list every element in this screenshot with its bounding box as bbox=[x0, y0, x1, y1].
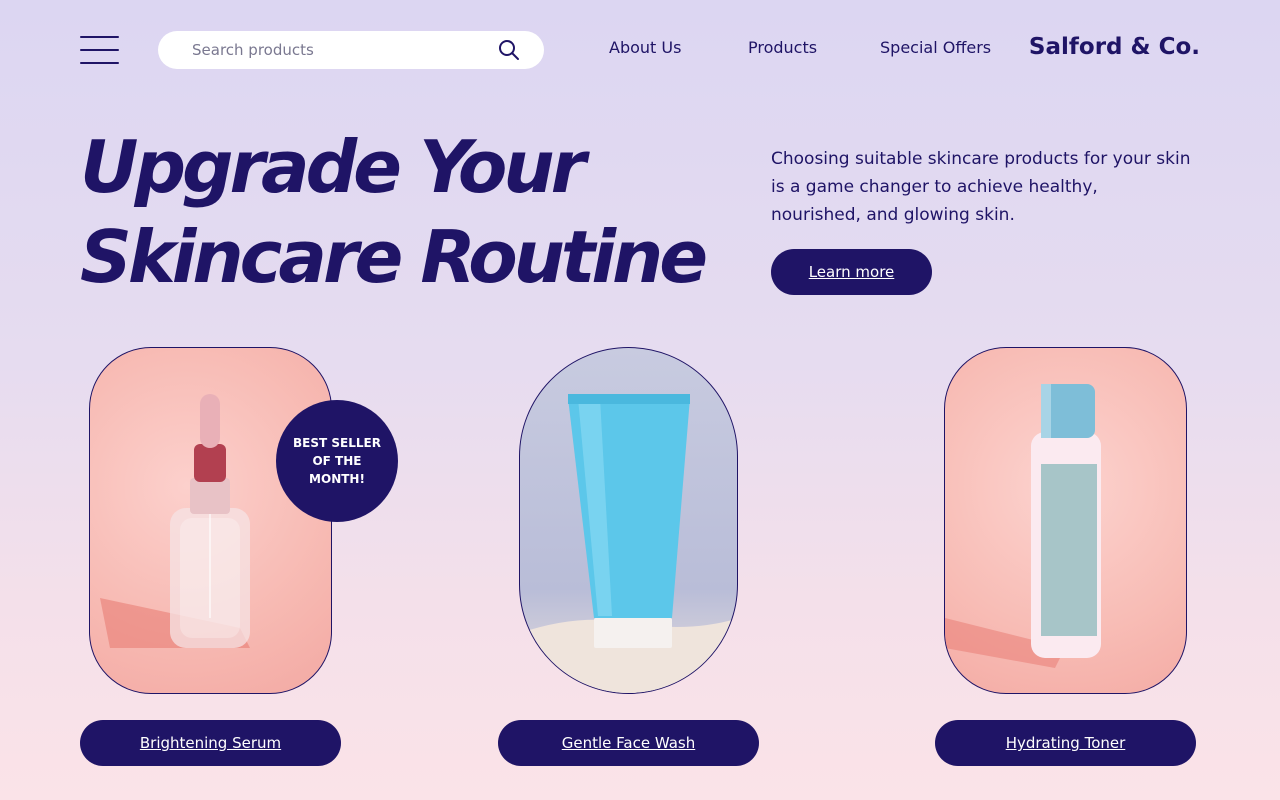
hero-title-line: Skincare Routine bbox=[80, 215, 708, 299]
brand-logo[interactable]: Salford & Co. bbox=[1029, 34, 1200, 60]
nav-products[interactable]: Products bbox=[748, 38, 817, 57]
menu-icon-bar bbox=[80, 49, 119, 51]
product-image-face-wash[interactable] bbox=[519, 347, 738, 694]
nav-about-us[interactable]: About Us bbox=[609, 38, 681, 57]
menu-icon-bar bbox=[80, 62, 119, 64]
product-button-brightening-serum[interactable]: Brightening Serum bbox=[80, 720, 341, 766]
serum-bottle-illustration bbox=[100, 394, 250, 648]
learn-more-button[interactable]: Learn more bbox=[771, 249, 932, 295]
hero-description: Choosing suitable skincare products for … bbox=[771, 149, 1191, 225]
search-input[interactable] bbox=[192, 31, 492, 69]
hero-title-line: Upgrade Your bbox=[80, 125, 586, 209]
hero-title: Upgrade Your Skincare Routine bbox=[80, 122, 708, 302]
product-image-serum[interactable] bbox=[89, 347, 332, 694]
toner-bottle-illustration bbox=[945, 384, 1101, 668]
best-seller-badge: BEST SELLER OF THE MONTH! bbox=[276, 400, 398, 522]
face-wash-tube-illustration bbox=[520, 394, 737, 693]
product-button-gentle-face-wash[interactable]: Gentle Face Wash bbox=[498, 720, 759, 766]
search-bar bbox=[158, 31, 544, 69]
nav-special-offers[interactable]: Special Offers bbox=[880, 38, 991, 57]
product-button-hydrating-toner[interactable]: Hydrating Toner bbox=[935, 720, 1196, 766]
menu-icon[interactable] bbox=[80, 36, 119, 64]
search-icon[interactable] bbox=[498, 39, 520, 61]
product-image-toner[interactable] bbox=[944, 347, 1187, 694]
menu-icon-bar bbox=[80, 36, 119, 38]
